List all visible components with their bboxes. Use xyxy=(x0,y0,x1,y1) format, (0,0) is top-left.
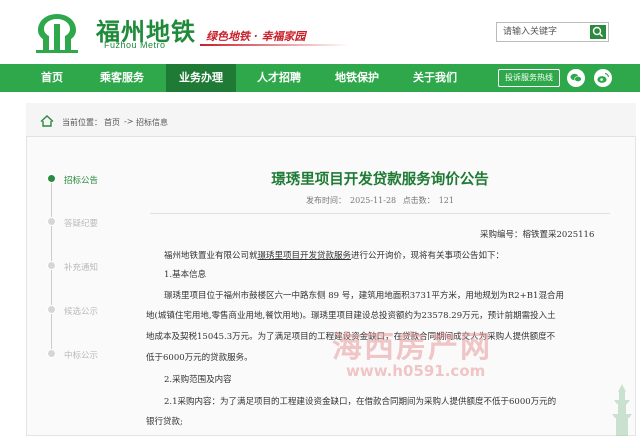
views-label: 点击数： xyxy=(402,196,435,205)
section-2-heading: 2.采购范围及内容 xyxy=(164,375,232,385)
intro-text: 福州地铁置业有限公司就 xyxy=(164,251,258,261)
nav-item-metro-protection[interactable]: 地铁保护 xyxy=(324,64,390,92)
search-box xyxy=(496,22,609,42)
complaint-hotline-button[interactable]: 投诉服务热线 xyxy=(498,69,560,87)
body-2-line-1: 2.1采购内容：为了满足项目的工程建设资金缺口，在借款合同期间为采购人提供额度不… xyxy=(164,397,557,407)
ref-label: 采购编号： xyxy=(480,230,523,240)
article-divider xyxy=(150,213,610,214)
site-header: 福州地铁 Fuzhou Metro 绿色地铁 · 幸福家园 xyxy=(0,0,640,64)
sidebar-dot-active xyxy=(47,174,56,183)
nav-item-home[interactable]: 首页 xyxy=(24,64,80,92)
publish-label: 发布时间： xyxy=(306,196,347,205)
breadcrumb-prefix: 当前位置： xyxy=(62,118,102,127)
watermark-cn: 海西房产网 xyxy=(332,330,492,365)
sidebar-item-candidate-publicity[interactable]: 候选公示 xyxy=(64,305,98,317)
breadcrumb-current[interactable]: 招标信息 xyxy=(136,117,168,128)
weibo-icon[interactable] xyxy=(594,69,612,87)
home-icon[interactable] xyxy=(40,115,54,127)
sidebar-item-tender-notice[interactable]: 招标公告 xyxy=(64,174,98,186)
procurement-number: 采购编号：榕铁置采2025116 xyxy=(480,229,594,241)
breadcrumb-home-link[interactable]: 首页 xyxy=(104,117,120,128)
watermark: 海西房产网 www.h0591.com xyxy=(332,322,490,392)
nav-item-passenger-service[interactable]: 乘客服务 xyxy=(88,64,156,92)
wechat-icon[interactable] xyxy=(567,69,585,87)
publish-date: 2025-11-28 xyxy=(350,196,397,205)
sidebar-dot xyxy=(47,349,56,358)
sidebar-item-award-publicity[interactable]: 中标公示 xyxy=(64,349,98,361)
ref-number: 榕铁置采2025116 xyxy=(522,230,595,240)
article-meta: 发布时间： 2025-11-28 点击数： 121 xyxy=(160,195,600,206)
sidebar-item-supplementary-notice[interactable]: 补充通知 xyxy=(64,261,98,273)
logo-english-name: Fuzhou Metro xyxy=(104,40,166,50)
intro-text-2: 进行公开询价，现将有关事项公告如下： xyxy=(351,251,505,261)
slogan: 绿色地铁 · 幸福家园 xyxy=(206,30,306,43)
views-count: 121 xyxy=(438,196,454,205)
body-1-line-1: 璟琇里项目位于福州市鼓楼区六一中路东侧 89 号，建筑用地面积3731平方米，用… xyxy=(164,291,564,301)
intro-paragraph: 福州地铁置业有限公司就璟琇里项目开发贷款服务进行公开询价，现将有关事项公告如下： xyxy=(164,250,504,262)
article-title: 璟琇里项目开发贷款服务询价公告 xyxy=(271,172,489,188)
watermark-en: www.h0591.com xyxy=(346,362,486,380)
body-2-line-2: 银行贷款; xyxy=(146,417,183,427)
nav-item-business[interactable]: 业务办理 xyxy=(166,64,236,92)
body-1-line-4: 低于6000万元的贷款服务。 xyxy=(146,353,253,363)
content-frame xyxy=(26,103,636,436)
nav-item-recruitment[interactable]: 人才招聘 xyxy=(246,64,312,92)
sidebar-dot xyxy=(47,261,56,270)
project-link[interactable]: 璟琇里项目开发贷款服务 xyxy=(258,251,352,261)
metro-logo-icon[interactable] xyxy=(32,10,82,54)
section-1-heading: 1.基本信息 xyxy=(164,270,207,280)
pagoda-decoration-icon xyxy=(612,384,632,436)
sidebar-dot xyxy=(47,305,56,314)
main-nav: 首页 乘客服务 业务办理 人才招聘 地铁保护 关于我们 投诉服务热线 xyxy=(0,64,640,92)
search-button[interactable] xyxy=(590,25,606,39)
sidebar-dot xyxy=(47,217,56,226)
nav-item-about-us[interactable]: 关于我们 xyxy=(402,64,468,92)
sidebar-item-qa-minutes[interactable]: 答疑纪要 xyxy=(64,217,98,229)
search-icon xyxy=(592,26,603,37)
slogan-underline xyxy=(200,44,350,46)
search-input[interactable] xyxy=(497,23,585,41)
body-1-line-2: 地(城镇住宅用地,零售商业用地,餐饮用地)。璟琇里项目建设总投资额约为23578… xyxy=(146,311,556,321)
breadcrumb-separator: -> xyxy=(124,117,134,126)
